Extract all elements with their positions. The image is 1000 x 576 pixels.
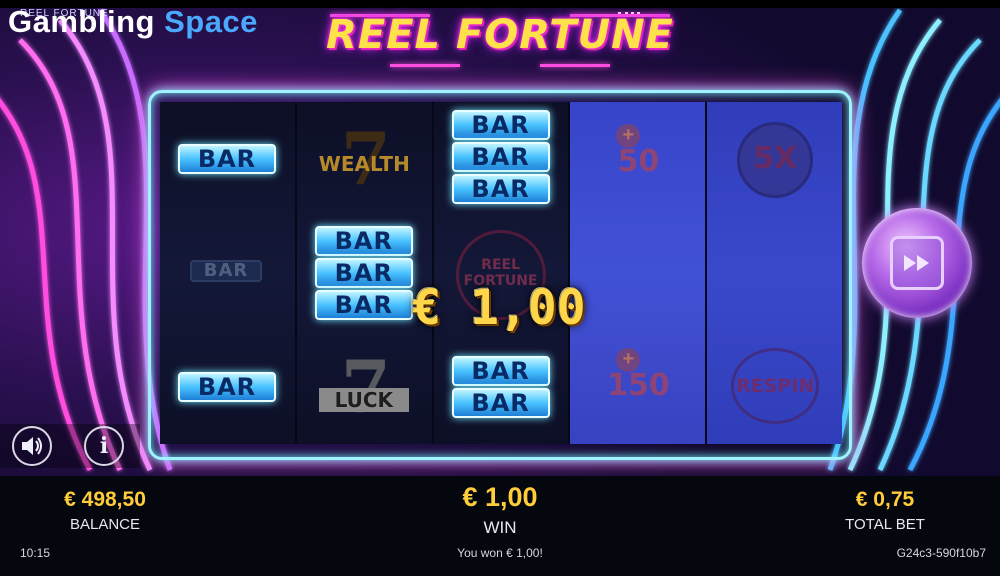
bar-symbol: BAR xyxy=(178,372,276,402)
reel-4: + 50 + 150 xyxy=(570,102,706,444)
watermark-part1: Gambling xyxy=(8,4,155,39)
win-value: € 1,00 xyxy=(462,482,538,512)
logo-decor-line xyxy=(390,64,460,67)
wealth-seven-symbol: 7 WEALTH xyxy=(318,116,410,202)
bar-symbol: BAR xyxy=(314,290,413,320)
info-button[interactable]: i xyxy=(84,426,124,466)
plus-50-symbol: + 50 xyxy=(598,124,678,194)
sound-button[interactable] xyxy=(12,426,52,466)
bar-symbol: BAR xyxy=(451,388,550,418)
multiplier-label: 5X xyxy=(753,141,798,176)
win-amount-overlay: € 1,00 xyxy=(412,280,586,336)
bar-symbol: BAR xyxy=(178,144,276,174)
win-label: WIN xyxy=(483,518,517,537)
logo-decor-line xyxy=(540,64,610,67)
reel-2: 7 WEALTH BAR BAR BAR 7 LUCK xyxy=(296,102,432,444)
luck-seven-symbol: 7 LUCK xyxy=(318,344,409,430)
plus-value: 50 xyxy=(617,144,660,179)
bar-symbol: BAR xyxy=(314,226,413,256)
reel-1: BAR BAR BAR xyxy=(160,102,295,444)
info-icon: i xyxy=(99,433,109,459)
status-message: You won € 1,00! xyxy=(457,546,543,560)
bar-symbol: BAR xyxy=(451,356,550,386)
seven-glyph: 7 xyxy=(340,344,391,429)
total-bet-label: TOTAL BET xyxy=(845,516,925,533)
wealth-label: WEALTH xyxy=(318,152,410,176)
spin-button[interactable] xyxy=(862,208,972,318)
status-bar: 10:15 You won € 1,00! G24c3-590f10b7 xyxy=(0,540,1000,576)
respin-symbol: RESPIN xyxy=(731,348,820,424)
luck-label: LUCK xyxy=(318,388,409,412)
bar-symbol: BAR xyxy=(451,142,550,172)
game-stage: REEL FORTUNE Gambling Space REEL FORTUNE… xyxy=(0,0,1000,576)
clock-time: 10:15 xyxy=(20,546,51,560)
multiplier-5x-symbol: 5X xyxy=(737,122,814,198)
build-id: G24c3-590f10b7 xyxy=(896,546,986,560)
game-logo: REEL FORTUNE xyxy=(326,12,674,58)
bar-symbol: BAR xyxy=(451,110,550,140)
bar-symbol: BAR xyxy=(314,258,413,288)
fast-forward-icon xyxy=(890,236,944,290)
respin-label: RESPIN xyxy=(736,375,815,397)
total-bet-value: € 0,75 xyxy=(855,488,915,511)
plus-value: 150 xyxy=(607,368,670,403)
bar-symbol: BAR xyxy=(451,174,550,204)
balance-label: BALANCE xyxy=(69,516,141,533)
reel-3: BAR BAR BAR REEL FORTUNE BAR BAR xyxy=(433,102,569,444)
watermark: Gambling Space xyxy=(8,4,258,40)
bar-symbol: BAR xyxy=(190,260,262,282)
watermark-part2: Space xyxy=(164,4,258,39)
reel-5: 5X RESPIN xyxy=(707,102,842,444)
reel-area: BAR BAR BAR 7 WEALTH BAR BAR BAR 7 LUCK … xyxy=(160,102,842,444)
speaker-icon xyxy=(22,437,42,455)
balance-value: € 498,50 xyxy=(64,488,146,511)
plus-150-symbol: + 150 xyxy=(598,348,678,418)
bottom-bar: € 498,50 BALANCE € 1,00 WIN € 0,75 TOTAL… xyxy=(0,476,1000,540)
